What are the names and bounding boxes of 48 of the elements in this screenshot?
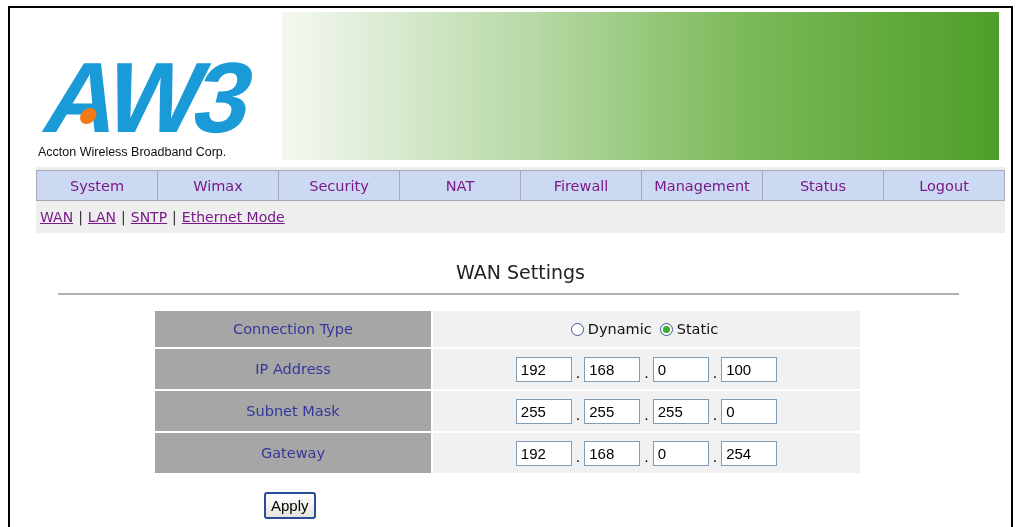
field-label: IP Address — [155, 349, 431, 389]
octet-field[interactable]: 0 — [652, 356, 709, 382]
octet-field[interactable]: 255 — [584, 398, 641, 424]
field-label: Connection Type — [155, 311, 431, 347]
apply-button[interactable]: Apply — [264, 492, 316, 519]
page-title: WAN Settings — [455, 261, 586, 283]
nav-tab[interactable]: NAT — [400, 170, 521, 201]
nav-tab[interactable]: Logout — [884, 170, 1005, 201]
radio-button[interactable] — [570, 322, 584, 336]
octet-field[interactable]: 192 — [515, 356, 572, 382]
sub-link[interactable]: SNTP — [130, 209, 168, 225]
radio-label: Static — [676, 321, 719, 337]
octet-field[interactable]: 255 — [652, 398, 709, 424]
dot-separator: . — [712, 449, 718, 465]
nav-tab[interactable]: Security — [279, 170, 400, 201]
separator: | — [121, 209, 126, 225]
octet-field[interactable]: 0 — [652, 440, 709, 466]
field-label: Gateway — [155, 433, 431, 473]
octet-field[interactable]: 168 — [584, 440, 641, 466]
dot-separator: . — [712, 407, 718, 423]
dot-separator: . — [644, 365, 649, 381]
nav-tab[interactable]: Status — [763, 170, 884, 201]
nav-tab[interactable]: Management — [642, 170, 763, 201]
nav-tab[interactable]: Firewall — [521, 170, 642, 201]
octet-field[interactable]: 168 — [584, 356, 641, 382]
octet-field[interactable]: 254 — [721, 440, 778, 466]
sub-link[interactable]: WAN — [40, 209, 74, 225]
field-label: Subnet Mask — [155, 391, 431, 431]
octet-field[interactable]: 192 — [515, 440, 572, 466]
separator: | — [172, 209, 177, 225]
radio-button[interactable] — [659, 322, 673, 336]
separator: | — [78, 209, 83, 225]
sub-link[interactable]: Ethernet Mode — [181, 209, 285, 225]
logo: AW3 — [37, 55, 258, 139]
company-name: Accton Wireless Broadband Corp. — [38, 145, 228, 159]
dot-separator: . — [712, 365, 718, 381]
dot-separator: . — [575, 365, 581, 381]
dot-separator: . — [575, 449, 581, 465]
dot-separator: . — [575, 407, 581, 423]
sub-link[interactable]: LAN — [87, 209, 117, 225]
octet-field[interactable]: 255 — [515, 398, 572, 424]
dot-separator: . — [644, 407, 649, 423]
octet-field[interactable]: 100 — [721, 356, 778, 382]
octet-field[interactable]: 0 — [721, 398, 778, 424]
dot-separator: . — [644, 449, 649, 465]
nav-tab[interactable]: Wimax — [158, 170, 279, 201]
nav-tab[interactable]: System — [36, 170, 158, 201]
radio-label: Dynamic — [587, 321, 652, 337]
